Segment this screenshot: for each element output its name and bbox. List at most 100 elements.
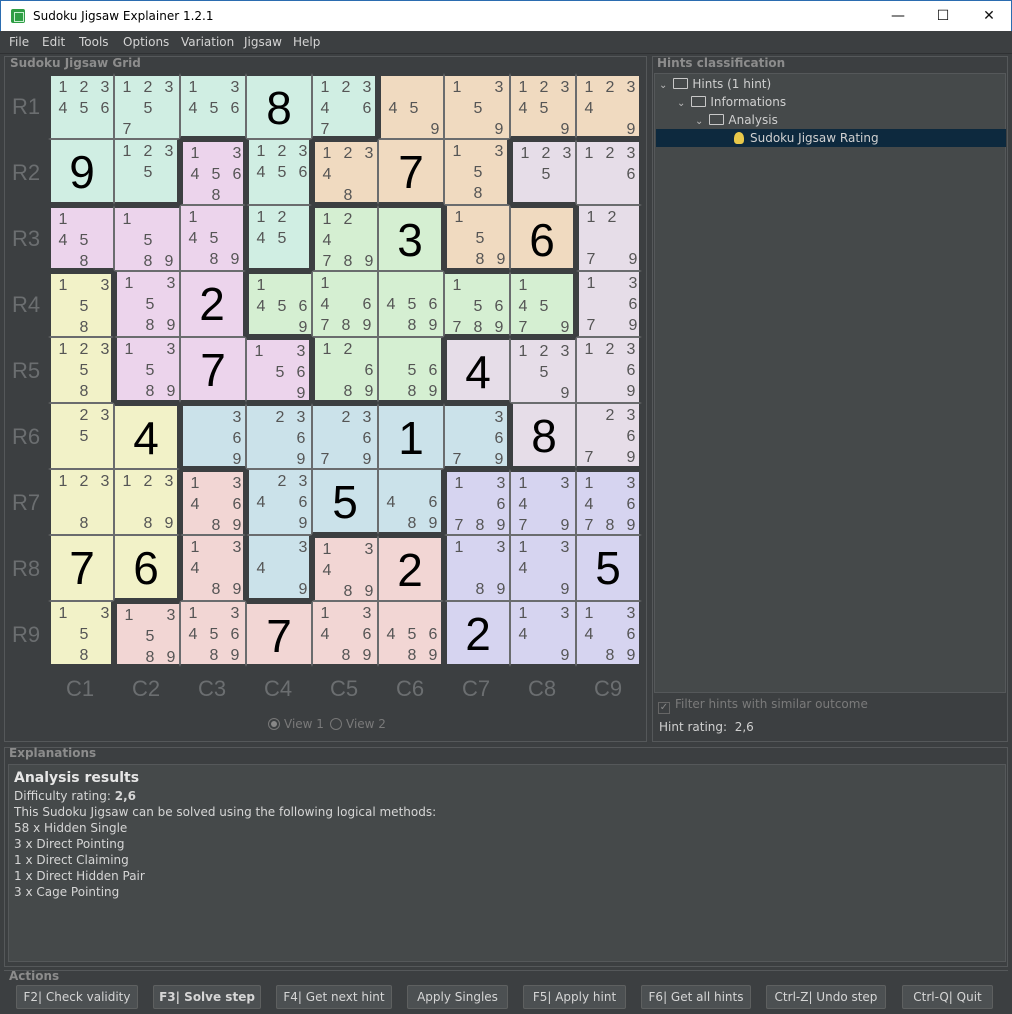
check-validity-button[interactable]: F2| Check validity	[16, 985, 138, 1009]
chevron-down-icon[interactable]: ⌄	[659, 80, 667, 91]
solve-step-button[interactable]: F3| Solve step	[153, 985, 261, 1009]
cell-r7c7[interactable]: 1 3 6 789	[444, 469, 510, 535]
tree-node-analysis[interactable]: ⌄ Analysis	[695, 111, 778, 129]
cell-r5c2[interactable]: 1 35 89	[114, 337, 180, 403]
cell-r9c9[interactable]: 1 3 4 689	[576, 601, 642, 667]
cell-r4c8[interactable]: 1 457 9	[510, 271, 576, 337]
cell-r1c9[interactable]: 123 4 9	[576, 73, 642, 139]
cell-r4c9[interactable]: 1 3 6 7 9	[576, 271, 642, 337]
chevron-down-icon[interactable]: ⌄	[695, 116, 703, 127]
cell-r4c5[interactable]: 1 4 6 789	[312, 271, 378, 337]
cell-r3c6[interactable]: 3	[378, 205, 444, 271]
cell-r5c1[interactable]: 1235 8	[48, 337, 114, 403]
cell-r4c3[interactable]: 2	[180, 271, 246, 337]
cell-r1c1[interactable]: 123 456	[48, 73, 114, 139]
cell-r5c9[interactable]: 123 6 9	[576, 337, 642, 403]
cell-r8c4[interactable]: 3 4 9	[246, 535, 312, 601]
cell-r3c4[interactable]: 1245	[246, 205, 312, 271]
cell-r4c1[interactable]: 1 35 8	[48, 271, 114, 337]
cell-r7c9[interactable]: 1 3 4 6 789	[576, 469, 642, 535]
cell-r4c2[interactable]: 1 35 89	[114, 271, 180, 337]
filter-checkbox[interactable]: ✓ Filter hints with similar outcome	[658, 697, 868, 714]
view2-radio[interactable]: View 2	[330, 717, 386, 731]
cell-r4c4[interactable]: 1 456 9	[246, 271, 312, 337]
close-button[interactable]: ✕	[966, 1, 1012, 31]
hints-tree[interactable]: ⌄ Hints (1 hint) ⌄ Informations ⌄ Analysis …	[654, 73, 1006, 693]
cell-r3c3[interactable]: 1 45 89	[180, 205, 246, 271]
cell-r6c3[interactable]: 3 6 9	[180, 403, 246, 469]
cell-r8c6[interactable]: 2	[378, 535, 444, 601]
cell-r7c3[interactable]: 1 3 4 689	[180, 469, 246, 535]
cell-r2c2[interactable]: 1235	[114, 139, 180, 205]
cell-r9c3[interactable]: 1 3 45689	[180, 601, 246, 667]
minimize-button[interactable]: —	[875, 1, 921, 31]
cell-r2c5[interactable]: 123 48	[312, 139, 378, 205]
checkbox-icon[interactable]: ✓	[658, 702, 670, 714]
cell-r9c6[interactable]: 45689	[378, 601, 444, 667]
cell-r1c2[interactable]: 12357	[114, 73, 180, 139]
cell-r2c8[interactable]: 1235	[510, 139, 576, 205]
cell-r8c1[interactable]: 7	[48, 535, 114, 601]
cell-r3c7[interactable]: 1589	[444, 205, 510, 271]
cell-r1c7[interactable]: 1 359	[444, 73, 510, 139]
maximize-button[interactable]: ☐	[920, 1, 966, 31]
cell-r9c7[interactable]: 2	[444, 601, 510, 667]
cell-r6c9[interactable]: 23 6 7 9	[576, 403, 642, 469]
cell-r7c4[interactable]: 23 4 6 9	[246, 469, 312, 535]
cell-r5c7[interactable]: 4	[444, 337, 510, 403]
cell-r8c7[interactable]: 1 3 89	[444, 535, 510, 601]
cell-r5c3[interactable]: 7	[180, 337, 246, 403]
cell-r2c4[interactable]: 123 456	[246, 139, 312, 205]
cell-r9c2[interactable]: 1 35 89	[114, 601, 180, 667]
tree-node-rating[interactable]: Sudoku Jigsaw Rating	[656, 129, 1006, 147]
tree-node-hints[interactable]: ⌄ Hints (1 hint)	[659, 75, 771, 93]
cell-r6c2[interactable]: 4	[114, 403, 180, 469]
cell-r7c5[interactable]: 5	[312, 469, 378, 535]
cell-r9c1[interactable]: 1 35 8	[48, 601, 114, 667]
cell-r2c7[interactable]: 1 35 8	[444, 139, 510, 205]
cell-r1c3[interactable]: 1 3 456	[180, 73, 246, 139]
cell-r2c1[interactable]: 9	[48, 139, 114, 205]
cell-r3c8[interactable]: 6	[510, 205, 576, 271]
cell-r4c7[interactable]: 156 789	[444, 271, 510, 337]
menu-variation[interactable]: Variation	[181, 35, 234, 49]
cell-r3c2[interactable]: 1589	[114, 205, 180, 271]
undo-step-button[interactable]: Ctrl-Z| Undo step	[766, 985, 886, 1009]
cell-r1c5[interactable]: 123 4 6 7	[312, 73, 378, 139]
cell-r3c1[interactable]: 1 45 8	[48, 205, 114, 271]
cell-r8c2[interactable]: 6	[114, 535, 180, 601]
cell-r4c6[interactable]: 45689	[378, 271, 444, 337]
cell-r8c9[interactable]: 5	[576, 535, 642, 601]
view1-radio[interactable]: View 1	[268, 717, 324, 731]
cell-r5c6[interactable]: 5689	[378, 337, 444, 403]
cell-r7c2[interactable]: 123 89	[114, 469, 180, 535]
cell-r8c3[interactable]: 1 3 489	[180, 535, 246, 601]
menu-jigsaw[interactable]: Jigsaw	[244, 35, 282, 49]
cell-r6c1[interactable]: 235	[48, 403, 114, 469]
cell-r6c6[interactable]: 1	[378, 403, 444, 469]
get-next-hint-button[interactable]: F4| Get next hint	[276, 985, 392, 1009]
cell-r9c5[interactable]: 1 3 4 689	[312, 601, 378, 667]
menu-file[interactable]: File	[9, 35, 29, 49]
apply-singles-button[interactable]: Apply Singles	[407, 985, 508, 1009]
chevron-down-icon[interactable]: ⌄	[677, 98, 685, 109]
cell-r5c5[interactable]: 12689	[312, 337, 378, 403]
menu-tools[interactable]: Tools	[79, 35, 109, 49]
cell-r3c5[interactable]: 124 789	[312, 205, 378, 271]
get-all-hints-button[interactable]: F6| Get all hints	[641, 985, 751, 1009]
quit-button[interactable]: Ctrl-Q| Quit	[902, 985, 993, 1009]
menu-options[interactable]: Options	[123, 35, 169, 49]
cell-r7c8[interactable]: 1 3 4 7 9	[510, 469, 576, 535]
cell-r2c3[interactable]: 1 3 4568	[180, 139, 246, 205]
cell-r5c8[interactable]: 12359	[510, 337, 576, 403]
cell-r6c4[interactable]: 23 6 9	[246, 403, 312, 469]
cell-r3c9[interactable]: 12 7 9	[576, 205, 642, 271]
cell-r9c4[interactable]: 7	[246, 601, 312, 667]
apply-hint-button[interactable]: F5| Apply hint	[523, 985, 626, 1009]
menu-edit[interactable]: Edit	[42, 35, 65, 49]
menu-help[interactable]: Help	[293, 35, 320, 49]
cell-r6c7[interactable]: 3 6 7 9	[444, 403, 510, 469]
cell-r2c9[interactable]: 123 6	[576, 139, 642, 205]
cell-r5c4[interactable]: 1 356 9	[246, 337, 312, 403]
tree-node-informations[interactable]: ⌄ Informations	[677, 93, 786, 111]
